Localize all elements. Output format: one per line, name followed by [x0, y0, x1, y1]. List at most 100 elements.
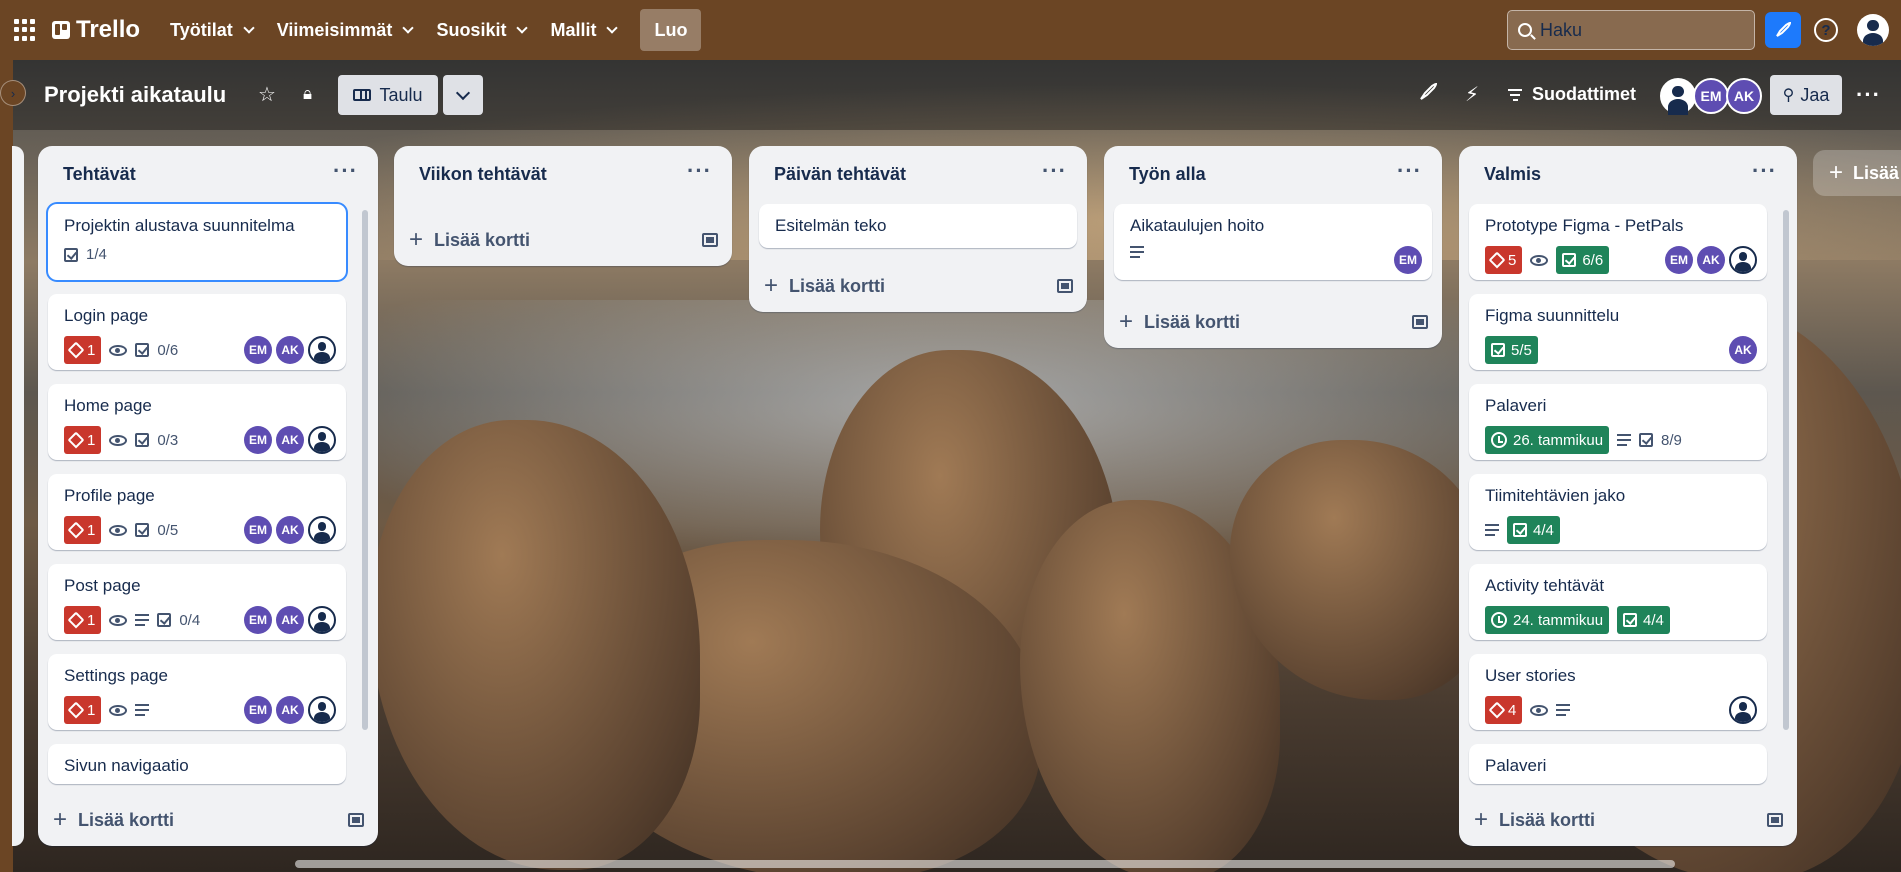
card[interactable]: Activity tehtävät 24. tammikuu 4/4	[1469, 564, 1767, 640]
nav-recent[interactable]: Viimeisimmät	[265, 10, 425, 50]
lock-icon[interactable]: 🔒︎	[303, 84, 312, 104]
notifications-button[interactable]	[1765, 12, 1801, 48]
board-view-button[interactable]: Taulu	[338, 75, 438, 115]
member-avatar[interactable]	[1660, 78, 1696, 115]
card-badges: 1 0/6	[64, 336, 178, 364]
member-avatar[interactable]	[1729, 246, 1757, 274]
sidebar-toggle-icon[interactable]: ›	[0, 80, 26, 106]
member-avatar[interactable]: AK	[1726, 78, 1762, 114]
list-title[interactable]: Valmis	[1484, 164, 1541, 185]
nav-templates[interactable]: Mallit	[538, 10, 628, 50]
member-avatar[interactable]	[308, 606, 336, 634]
card-badges: 1/4	[64, 246, 107, 263]
add-list-button[interactable]: + Lisää	[1813, 150, 1901, 196]
list-tyon-alla: Työn alla ··· Aikataulujen hoito EM + Lis…	[1104, 146, 1442, 348]
member-avatar[interactable]	[308, 426, 336, 454]
list-menu-icon[interactable]: ···	[1042, 158, 1067, 184]
member-avatar[interactable]: AK	[276, 606, 304, 634]
card[interactable]: Palaveri 26. tammikuu 8/9	[1469, 384, 1767, 460]
list-menu-icon[interactable]: ···	[687, 158, 712, 184]
nav-workspaces[interactable]: Työtilat	[158, 10, 265, 50]
member-avatar[interactable]: EM	[1693, 78, 1729, 114]
member-avatar[interactable]: AK	[1697, 246, 1725, 274]
card[interactable]: Prototype Figma - PetPals 5 6/6 EM AK	[1469, 204, 1767, 280]
card-title: User stories	[1485, 666, 1576, 685]
card-badges: 1 0/5	[64, 516, 178, 544]
member-avatar[interactable]: AK	[276, 426, 304, 454]
template-icon[interactable]	[702, 233, 718, 247]
add-card-button[interactable]: + Lisää kortti	[52, 806, 364, 834]
card[interactable]: User stories 4	[1469, 654, 1767, 730]
app-switcher-icon[interactable]	[14, 19, 36, 41]
list-scrollbar[interactable]	[1783, 210, 1789, 730]
list-title[interactable]: Päivän tehtävät	[774, 164, 906, 185]
add-card-button[interactable]: + Lisää kortti	[763, 272, 1073, 300]
star-icon[interactable]: ☆	[258, 82, 276, 107]
member-avatar[interactable]: EM	[244, 516, 272, 544]
member-avatar[interactable]: AK	[276, 516, 304, 544]
trello-logo[interactable]: Trello	[52, 16, 140, 44]
member-avatar[interactable]: EM	[244, 696, 272, 724]
card[interactable]: Post page 1 0/4 EM AK	[48, 564, 346, 640]
member-avatar[interactable]	[1729, 696, 1757, 724]
add-card-button[interactable]: + Lisää kortti	[408, 226, 718, 254]
template-icon[interactable]	[1057, 279, 1073, 293]
list-title[interactable]: Viikon tehtävät	[419, 164, 547, 185]
card[interactable]: Profile page 1 0/5 EM AK	[48, 474, 346, 550]
automation-icon[interactable]: ⚡︎	[1465, 82, 1479, 107]
card[interactable]: Aikataulujen hoito EM	[1114, 204, 1432, 280]
card[interactable]: Sivun navigaatio	[48, 744, 346, 784]
board-menu-icon[interactable]: ···	[1856, 82, 1881, 108]
card[interactable]: Tiimitehtävien jako 4/4	[1469, 474, 1767, 550]
card[interactable]: Projektin alustava suunnitelma 1/4	[48, 204, 346, 280]
list-scrollbar[interactable]	[362, 210, 368, 730]
create-button[interactable]: Luo	[640, 9, 702, 51]
add-card-button[interactable]: + Lisää kortti	[1473, 806, 1783, 834]
card[interactable]: Settings page 1 EM AK	[48, 654, 346, 730]
votes-count: 1	[87, 611, 96, 629]
power-ups-icon[interactable]	[1418, 82, 1438, 108]
board-title[interactable]: Projekti aikataulu	[44, 82, 226, 108]
member-avatar[interactable]: AK	[276, 336, 304, 364]
member-avatar[interactable]: EM	[244, 336, 272, 364]
card[interactable]: Figma suunnittelu 5/5 AK	[1469, 294, 1767, 370]
card[interactable]: Login page 1 0/6 EM AK	[48, 294, 346, 370]
member-avatar[interactable]	[308, 696, 336, 724]
view-switcher-button[interactable]	[443, 75, 483, 115]
account-avatar[interactable]	[1857, 14, 1889, 46]
help-icon[interactable]: ?	[1814, 18, 1838, 42]
member-avatar[interactable]: AK	[276, 696, 304, 724]
board-horizontal-scrollbar[interactable]	[295, 860, 1675, 868]
member-avatar[interactable]: EM	[244, 426, 272, 454]
template-icon[interactable]	[1412, 315, 1428, 329]
card[interactable]: Home page 1 0/3 EM AK	[48, 384, 346, 460]
nav-starred[interactable]: Suosikit	[424, 10, 538, 50]
member-avatar[interactable]	[308, 336, 336, 364]
nav-label: Työtilat	[170, 19, 233, 40]
list-title[interactable]: Työn alla	[1129, 164, 1206, 185]
plus-icon: +	[52, 806, 67, 833]
member-avatar[interactable]: EM	[1394, 246, 1422, 274]
template-icon[interactable]	[348, 813, 364, 827]
list-menu-icon[interactable]: ···	[1752, 158, 1777, 184]
member-avatar[interactable]	[308, 516, 336, 544]
template-icon[interactable]	[1767, 813, 1783, 827]
card[interactable]: Esitelmän teko	[759, 204, 1077, 248]
card-members: AK	[1729, 336, 1757, 364]
plus-icon: +	[1473, 806, 1488, 833]
list-menu-icon[interactable]: ···	[333, 158, 358, 184]
checklist-count: 4/4	[1643, 611, 1664, 629]
add-card-button[interactable]: + Lisää kortti	[1118, 308, 1428, 336]
card[interactable]: Palaveri	[1469, 744, 1767, 784]
add-card-label: Lisää kortti	[1499, 809, 1596, 830]
checklist-count: 4/4	[1533, 521, 1554, 539]
list-menu-icon[interactable]: ···	[1397, 158, 1422, 184]
search-input[interactable]: Haku	[1507, 10, 1755, 50]
member-avatar[interactable]: EM	[244, 606, 272, 634]
chevron-down-icon	[516, 22, 529, 34]
share-button[interactable]: ⚲ Jaa	[1770, 75, 1842, 115]
filters-button[interactable]: Suodattimet	[1508, 84, 1636, 105]
member-avatar[interactable]: AK	[1729, 336, 1757, 364]
list-title[interactable]: Tehtävät	[63, 164, 136, 185]
member-avatar[interactable]: EM	[1665, 246, 1693, 274]
